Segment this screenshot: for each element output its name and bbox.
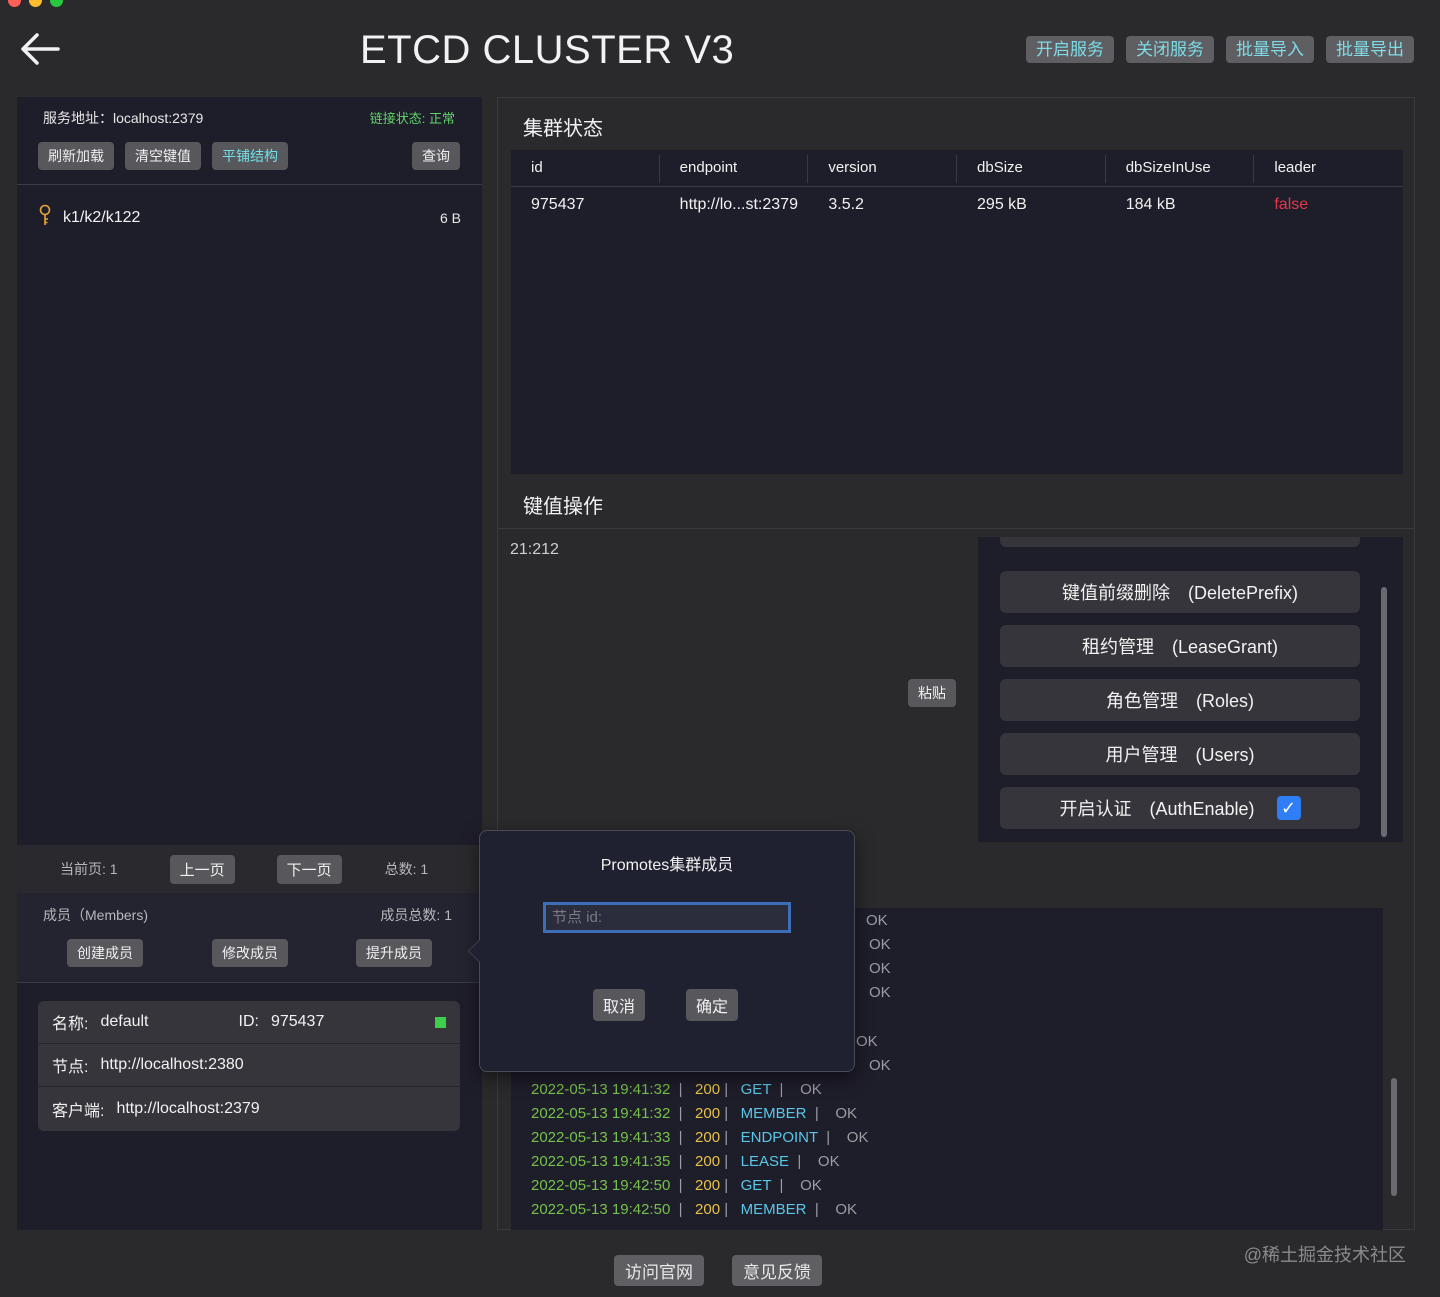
popover-arrow — [468, 939, 480, 963]
cell-version: 3.5.2 — [828, 196, 864, 213]
roles-button[interactable]: 角色管理 (Roles) — [1000, 679, 1360, 721]
members-title: 成员（Members) — [43, 907, 149, 923]
col-id: id — [511, 155, 660, 183]
kv-operations-title: 键值操作 — [523, 496, 603, 518]
minimize-window-button[interactable] — [29, 0, 42, 7]
member-id: 975437 — [270, 1013, 325, 1030]
cluster-status-table: id endpoint version dbSize dbSizeInUse l… — [511, 150, 1403, 474]
key-icon — [37, 204, 53, 233]
modify-member-button[interactable]: 修改成员 — [212, 939, 288, 967]
close-window-button[interactable] — [8, 0, 21, 7]
log-ok-partial: OK — [856, 1033, 878, 1050]
confirm-button[interactable]: 确定 — [686, 989, 739, 1021]
total-count-label: 总数: 1 — [384, 861, 429, 877]
promote-member-button[interactable]: 提升成员 — [356, 939, 432, 967]
left-panel: 服务地址：localhost:2379 链接状态: 正常 刷新加载 清空键值 平… — [17, 97, 482, 1230]
app-title: ETCD CLUSTER V3 — [360, 28, 735, 72]
watermark: @稀土掘金技术社区 — [1243, 1245, 1406, 1265]
auth-enable-label: 开启认证 (AuthEnable) — [1059, 799, 1255, 819]
member-card[interactable]: 名称: default ID: 975437 节点: http://localh… — [38, 1001, 460, 1131]
delete-prefix-button[interactable]: 键值前缀删除 (DeletePrefix) — [1000, 571, 1360, 613]
table-row[interactable]: 975437 http://lo...st:2379 3.5.2 295 kB … — [511, 187, 1403, 223]
connection-header: 服务地址：localhost:2379 链接状态: 正常 刷新加载 清空键值 平… — [17, 97, 482, 185]
log-scrollbar[interactable] — [1391, 1078, 1397, 1196]
service-address: 服务地址：localhost:2379 — [43, 110, 204, 126]
col-dbsizeinuse: dbSizeInUse — [1106, 155, 1255, 183]
auth-enable-checkbox[interactable]: ✓ — [1276, 796, 1301, 820]
member-status-indicator — [435, 1017, 446, 1028]
window-controls — [8, 0, 63, 7]
col-leader: leader — [1274, 159, 1317, 176]
log-ok-partial: OK — [869, 936, 891, 953]
prev-page-button[interactable]: 上一页 — [169, 854, 235, 884]
promote-member-popover: Promotes集群成员 取消 确定 — [468, 830, 855, 1072]
op-hidden-top[interactable] — [1000, 537, 1360, 547]
popover-title: Promotes集群成员 — [600, 857, 734, 874]
zoom-window-button[interactable] — [50, 0, 63, 7]
cell-leader: false — [1274, 196, 1309, 213]
member-client-url: http://localhost:2379 — [116, 1099, 260, 1117]
member-client-label: 客户端: — [52, 1102, 105, 1120]
log-entry: 2022-05-13 19:42:50 | 200 | GET | OK — [531, 1177, 822, 1194]
current-page-label: 当前页: 1 — [60, 861, 118, 877]
visit-website-button[interactable]: 访问官网 — [614, 1255, 704, 1286]
log-ok-partial: OK — [869, 984, 891, 1001]
cancel-button[interactable]: 取消 — [593, 989, 646, 1021]
reload-button[interactable]: 刷新加载 — [38, 142, 114, 170]
back-arrow-icon[interactable] — [20, 32, 60, 66]
cluster-status-title: 集群状态 — [523, 118, 603, 140]
members-section: 成员（Members) 成员总数: 1 创建成员 修改成员 提升成员 名称: d… — [17, 893, 482, 1230]
member-node-url: http://localhost:2380 — [100, 1056, 244, 1073]
footer: 访问官网 意见反馈 — [614, 1255, 822, 1286]
log-ok-partial: OK — [866, 912, 888, 929]
auth-enable-row[interactable]: 开启认证 (AuthEnable) ✓ — [1000, 787, 1360, 829]
next-page-button[interactable]: 下一页 — [276, 854, 342, 884]
member-id-label: ID: — [238, 1013, 259, 1030]
top-toolbar: 开启服务 关闭服务 批量导入 批量导出 — [1026, 36, 1414, 63]
flat-structure-button[interactable]: 平铺结构 — [212, 142, 288, 170]
members-count: 成员总数: 1 — [380, 907, 452, 923]
paste-button[interactable]: 粘贴 — [908, 679, 956, 707]
cell-dbsizeinuse: 184 kB — [1125, 196, 1176, 213]
editor-cursor-position: 21:212 — [510, 541, 559, 558]
log-entry: 2022-05-13 19:41:33 | 200 | ENDPOINT | O… — [531, 1129, 869, 1146]
batch-export-button[interactable]: 批量导出 — [1326, 36, 1414, 63]
batch-import-button[interactable]: 批量导入 — [1226, 36, 1314, 63]
log-entry: 2022-05-13 19:41:32 | 200 | GET | OK — [531, 1081, 822, 1098]
log-ok-partial: OK — [869, 1057, 891, 1074]
key-path: k1/k2/k122 — [63, 209, 141, 226]
kv-operations: 21:212 粘贴 键值前缀删除 (DeletePrefix) 租约管理 (Le… — [498, 528, 1414, 853]
start-service-button[interactable]: 开启服务 — [1026, 36, 1114, 63]
log-entry: 2022-05-13 19:41:32 | 200 | MEMBER | OK — [531, 1105, 858, 1122]
clear-keys-button[interactable]: 清空键值 — [125, 142, 201, 170]
cell-dbsize: 295 kB — [977, 196, 1027, 213]
log-entry: 2022-05-13 19:42:50 | 200 | MEMBER | OK — [531, 1201, 858, 1218]
log-ok-partial: OK — [869, 960, 891, 977]
log-entry: 2022-05-13 19:41:35 | 200 | LEASE | OK — [531, 1153, 840, 1170]
lease-grant-button[interactable]: 租约管理 (LeaseGrant) — [1000, 625, 1360, 667]
member-name: default — [100, 1013, 149, 1030]
cell-id: 975437 — [531, 196, 585, 213]
users-button[interactable]: 用户管理 (Users) — [1000, 733, 1360, 775]
feedback-button[interactable]: 意见反馈 — [732, 1255, 822, 1286]
operations-scrollbar[interactable] — [1381, 587, 1387, 837]
operations-list: 键值前缀删除 (DeletePrefix) 租约管理 (LeaseGrant) … — [978, 537, 1403, 842]
link-status: 链接状态: 正常 — [369, 111, 455, 126]
col-dbsize: dbSize — [957, 155, 1106, 183]
stop-service-button[interactable]: 关闭服务 — [1126, 36, 1214, 63]
key-size: 6 B — [439, 210, 461, 226]
query-button[interactable]: 查询 — [412, 142, 460, 170]
cell-endpoint: http://lo...st:2379 — [679, 196, 798, 213]
col-endpoint: endpoint — [660, 155, 809, 183]
member-node-label: 节点: — [52, 1059, 89, 1076]
pagination: 当前页: 1 上一页 下一页 总数: 1 — [17, 845, 482, 893]
create-member-button[interactable]: 创建成员 — [67, 939, 143, 967]
col-version: version — [808, 155, 958, 183]
node-id-input[interactable] — [543, 902, 791, 933]
key-tree-item[interactable]: k1/k2/k122 6 B — [37, 204, 461, 233]
member-name-label: 名称: — [52, 1016, 89, 1033]
